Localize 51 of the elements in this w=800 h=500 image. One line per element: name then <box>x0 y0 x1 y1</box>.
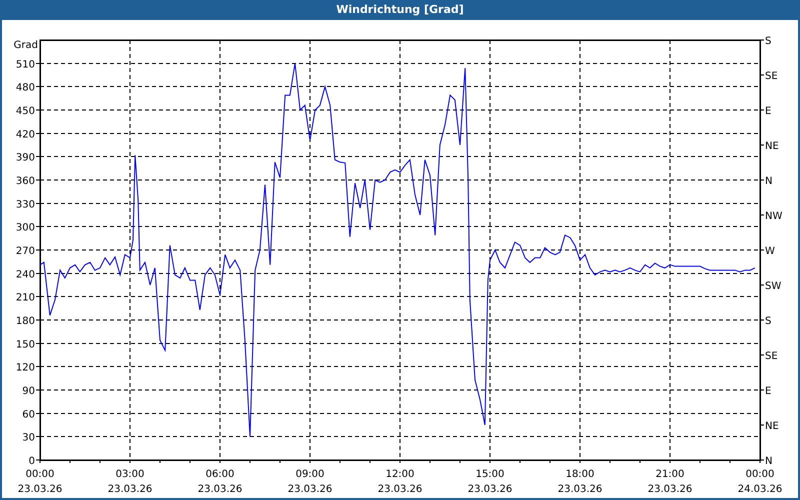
axis-label: 12:00 <box>386 469 414 480</box>
axis-label: 00:00 <box>746 469 774 480</box>
axis-label: 30 <box>22 432 35 444</box>
axis-label: 24.03.26 <box>738 484 782 495</box>
axis-label: 420 <box>16 129 35 140</box>
axis-label: 90 <box>22 386 35 397</box>
axis-label: SE <box>765 351 778 362</box>
axis-label: 180 <box>16 316 35 327</box>
axis-label: 15:00 <box>476 469 504 480</box>
axis-label: 23.03.26 <box>558 484 602 495</box>
axis-label: 23.03.26 <box>18 484 62 495</box>
axis-label: 150 <box>16 339 35 350</box>
axis-label: 00:00 <box>26 469 54 480</box>
axis-label: 330 <box>16 199 35 210</box>
axis-label: NE <box>765 141 779 152</box>
axis-label: SW <box>765 281 782 292</box>
axis-label: 510 <box>16 59 35 70</box>
axis-label: W <box>765 246 775 257</box>
axis-label: 300 <box>16 222 35 234</box>
axis-title: Grad <box>14 40 38 51</box>
axis-label: 240 <box>16 269 35 280</box>
window-title: Windrichtung [Grad] <box>336 2 464 18</box>
axis-label: E <box>765 106 772 117</box>
axis-label: 23.03.26 <box>648 484 692 495</box>
axis-label: N <box>765 176 772 187</box>
axis-label: 06:00 <box>206 469 234 480</box>
axis-label: 23.03.26 <box>198 484 242 495</box>
axis-label: 0 <box>28 456 35 467</box>
axis-label: 450 <box>16 106 35 117</box>
axis-label: NW <box>765 211 782 222</box>
axis-label: 210 <box>16 292 35 304</box>
axis-label: 18:00 <box>566 469 594 480</box>
axis-label: N <box>765 456 772 467</box>
axis-label: 360 <box>16 176 35 187</box>
axis-label: S <box>765 316 772 327</box>
axis-label: 60 <box>22 409 35 420</box>
axis-label: 09:00 <box>296 469 324 480</box>
axis-label: SE <box>765 71 778 82</box>
axis-label: E <box>765 386 772 397</box>
axis-label: 390 <box>16 152 35 164</box>
axis-label: 270 <box>16 246 35 257</box>
axis-label: S <box>765 36 772 47</box>
axis-label: 120 <box>16 362 35 374</box>
axis-label: 23.03.26 <box>468 484 512 495</box>
axis-label: 480 <box>16 82 35 94</box>
axis-label: 21:00 <box>656 469 684 480</box>
axis-label: 23.03.26 <box>108 484 152 495</box>
axis-label: 23.03.26 <box>288 484 332 495</box>
axis-label: 23.03.26 <box>378 484 422 495</box>
axis-label: 03:00 <box>116 469 144 480</box>
axis-label: NE <box>765 421 779 432</box>
